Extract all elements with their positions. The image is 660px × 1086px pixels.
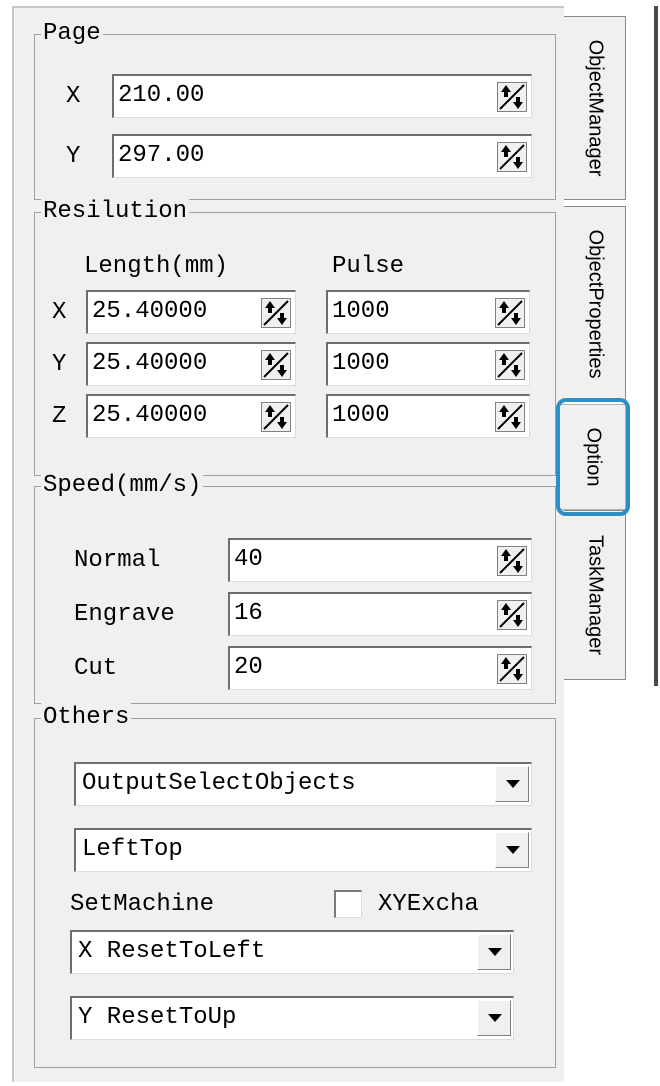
tab-object-manager[interactable]: ObjectManager <box>564 16 626 200</box>
spin-arrows-icon[interactable] <box>497 600 527 630</box>
resolution-y-length-value: 25.40000 <box>92 350 208 377</box>
x-reset-value: X ResetToLeft <box>78 938 266 965</box>
chevron-down-icon[interactable] <box>477 1000 511 1036</box>
speed-cut-spinbox[interactable]: 20 <box>228 646 532 690</box>
resolution-x-length-value: 25.40000 <box>92 298 208 325</box>
spin-arrows-icon[interactable] <box>261 350 291 380</box>
spin-arrows-icon[interactable] <box>497 82 527 112</box>
x-reset-dropdown[interactable]: X ResetToLeft <box>70 930 514 974</box>
speed-engrave-value: 16 <box>234 600 263 627</box>
option-tab-highlight <box>556 398 630 516</box>
resolution-length-header: Length(mm) <box>84 253 229 280</box>
spin-arrows-icon[interactable] <box>261 298 291 328</box>
resolution-y-length-spinbox[interactable]: 25.40000 <box>86 342 296 386</box>
speed-normal-value: 40 <box>234 546 263 573</box>
spin-arrows-icon[interactable] <box>497 546 527 576</box>
resolution-z-pulse-value: 1000 <box>332 402 390 429</box>
speed-normal-spinbox[interactable]: 40 <box>228 538 532 582</box>
resolution-z-pulse-spinbox[interactable]: 1000 <box>326 394 530 438</box>
resolution-x-pulse-value: 1000 <box>332 298 390 325</box>
y-reset-value: Y ResetToUp <box>78 1004 237 1031</box>
output-select-dropdown[interactable]: OutputSelectObjects <box>74 762 532 806</box>
tab-task-manager-label: TaskManager <box>584 534 606 656</box>
resolution-z-length-spinbox[interactable]: 25.40000 <box>86 394 296 438</box>
option-panel: Page X 210.00 Y 297.00 Resilution Length… <box>12 6 564 1082</box>
spin-arrows-icon[interactable] <box>495 298 525 328</box>
resolution-group-title: Resilution <box>41 197 190 227</box>
chevron-down-icon[interactable] <box>477 934 511 970</box>
resolution-x-pulse-spinbox[interactable]: 1000 <box>326 290 530 334</box>
tab-task-manager[interactable]: TaskManager <box>564 510 626 680</box>
others-group-title: Others <box>41 703 132 733</box>
page-y-spinbox[interactable]: 297.00 <box>112 134 532 178</box>
chevron-down-icon[interactable] <box>495 766 529 802</box>
origin-select-value: LeftTop <box>82 836 183 863</box>
resolution-y-label: Y <box>52 351 67 378</box>
speed-engrave-spinbox[interactable]: 16 <box>228 592 532 636</box>
speed-cut-value: 20 <box>234 654 263 681</box>
resolution-z-length-value: 25.40000 <box>92 402 208 429</box>
speed-cut-label: Cut <box>74 655 118 682</box>
resolution-y-pulse-spinbox[interactable]: 1000 <box>326 342 530 386</box>
spin-arrows-icon[interactable] <box>497 142 527 172</box>
page-x-label: X <box>66 83 81 110</box>
page-x-value: 210.00 <box>118 82 205 109</box>
speed-engrave-label: Engrave <box>74 601 175 628</box>
tab-strip-border <box>654 6 658 686</box>
resolution-x-label: X <box>52 299 67 326</box>
origin-select-dropdown[interactable]: LeftTop <box>74 828 532 872</box>
spin-arrows-icon[interactable] <box>497 654 527 684</box>
resolution-x-length-spinbox[interactable]: 25.40000 <box>86 290 296 334</box>
y-reset-dropdown[interactable]: Y ResetToUp <box>70 996 514 1040</box>
resolution-y-pulse-value: 1000 <box>332 350 390 377</box>
set-machine-label: SetMachine <box>70 891 215 918</box>
tab-object-manager-label: ObjectManager <box>584 39 606 177</box>
spin-arrows-icon[interactable] <box>495 402 525 432</box>
spin-arrows-icon[interactable] <box>261 402 291 432</box>
page-y-label: Y <box>66 143 81 170</box>
xy-exchange-label: XYExcha <box>378 891 479 918</box>
spin-arrows-icon[interactable] <box>495 350 525 380</box>
speed-normal-label: Normal <box>74 547 161 574</box>
output-select-value: OutputSelectObjects <box>82 770 356 797</box>
page-group-title: Page <box>41 19 103 49</box>
tab-object-properties[interactable]: ObjectProperties <box>564 206 626 402</box>
page-y-value: 297.00 <box>118 142 205 169</box>
chevron-down-icon[interactable] <box>495 832 529 868</box>
tab-object-properties-label: ObjectProperties <box>584 229 606 379</box>
resolution-pulse-header: Pulse <box>332 253 405 280</box>
xy-exchange-checkbox[interactable] <box>334 890 362 918</box>
resolution-z-label: Z <box>52 403 67 430</box>
page-x-spinbox[interactable]: 210.00 <box>112 74 532 118</box>
speed-group-title: Speed(mm/s) <box>41 471 204 501</box>
